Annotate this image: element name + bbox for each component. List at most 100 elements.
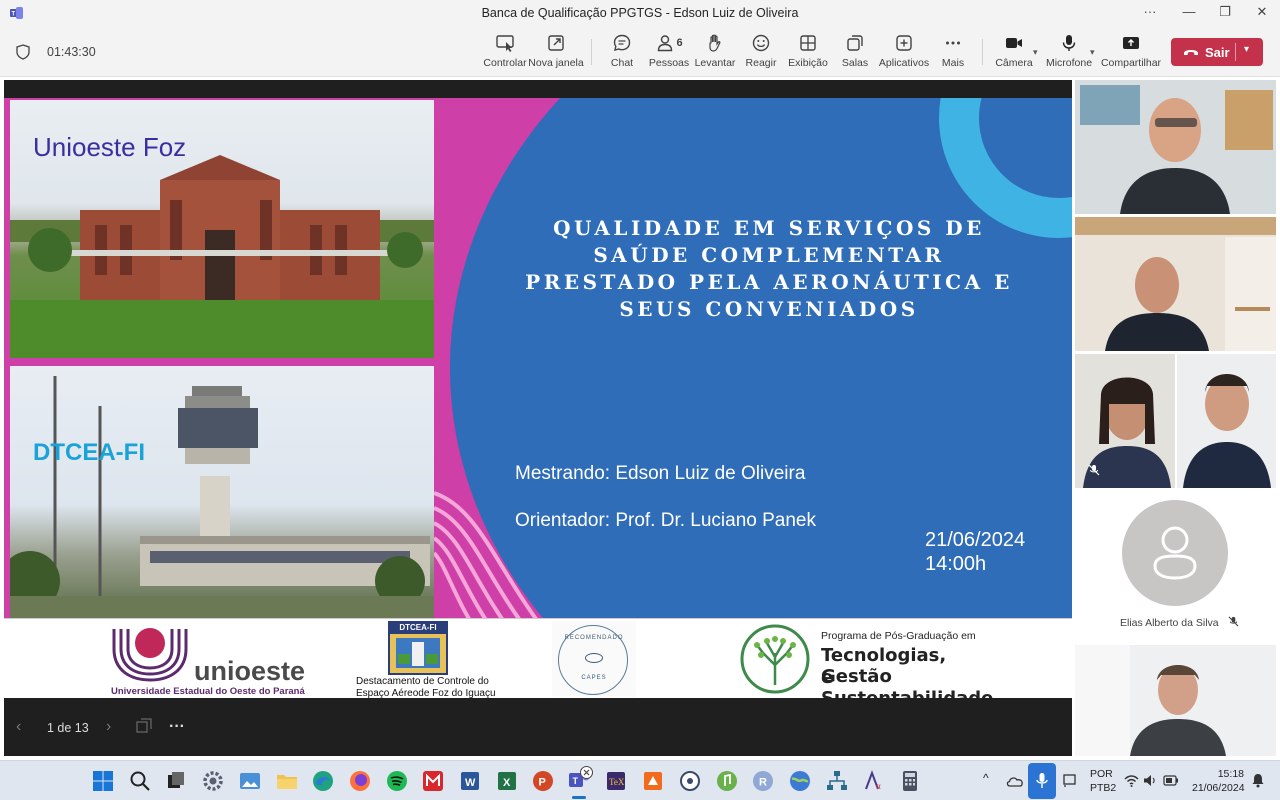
photos-app-icon[interactable]: [238, 769, 262, 793]
file-explorer-icon[interactable]: [275, 769, 299, 793]
dtcea-emblem-shield: [396, 638, 440, 668]
svg-text:P: P: [539, 777, 546, 789]
controlar-label: Controlar: [483, 57, 527, 69]
toolbar-divider: [982, 39, 983, 65]
music-note-app-icon[interactable]: [715, 769, 739, 793]
presenter-more-button[interactable]: ···: [169, 718, 185, 736]
salas-button[interactable]: Salas: [840, 33, 870, 73]
camera-label: Câmera: [995, 57, 1033, 69]
pessoas-button[interactable]: 6 Pessoas: [649, 33, 689, 73]
self-video-tile[interactable]: [1075, 645, 1276, 756]
mestrando-text: Mestrando: Edson Luiz de Oliveira: [515, 463, 806, 484]
slide-title-line: QUALIDADE EM SERVIÇOS DE: [553, 216, 985, 240]
edge-browser-icon[interactable]: [311, 769, 335, 793]
word-app-icon[interactable]: W: [458, 769, 482, 793]
next-slide-chevron-icon[interactable]: ›: [106, 718, 111, 736]
spotify-icon[interactable]: [385, 769, 409, 793]
dtcea-emblem: DTCEA-FI: [388, 621, 448, 675]
levantar-mao-button[interactable]: Levantar: [695, 33, 735, 73]
math-app-icon[interactable]: α: [862, 769, 886, 793]
leave-options-chevron[interactable]: ▾: [1244, 44, 1249, 55]
previous-slide-chevron-icon[interactable]: ‹: [16, 718, 21, 736]
mais-button[interactable]: Mais: [939, 33, 967, 73]
participant-video-tile[interactable]: [1075, 80, 1276, 214]
controlar-button[interactable]: Controlar: [483, 33, 527, 73]
diagram-app-icon[interactable]: [825, 769, 849, 793]
nova-janela-button[interactable]: Nova janela: [528, 33, 584, 73]
chat-button[interactable]: Chat: [607, 33, 637, 73]
participant-avatar[interactable]: [1122, 500, 1228, 606]
meeting-toolbar: 01:43:30 Controlar Nova janela Chat 6 Pe…: [0, 27, 1280, 77]
people-icon: [658, 35, 673, 52]
toolbar-divider: [591, 39, 592, 65]
salas-label: Salas: [841, 57, 869, 69]
hang-up-icon: [1184, 50, 1198, 55]
exibicao-button[interactable]: Exibição: [788, 33, 828, 73]
self-video-feed: [1075, 645, 1276, 756]
participant-video-feed: [1075, 217, 1276, 351]
close-button[interactable]: ✕: [1247, 4, 1277, 20]
cast-display-icon[interactable]: [1062, 773, 1077, 788]
mais-label: Mais: [941, 57, 965, 69]
svg-text:W: W: [465, 777, 476, 789]
search-icon[interactable]: [128, 769, 152, 793]
excel-app-icon[interactable]: X: [495, 769, 519, 793]
participant-video-tile[interactable]: [1075, 354, 1175, 488]
aplicativos-label: Aplicativos: [878, 57, 930, 69]
calculator-icon[interactable]: [898, 769, 922, 793]
participant-video-tile[interactable]: [1177, 354, 1276, 488]
compartilhar-button[interactable]: Compartilhar: [1101, 33, 1161, 73]
participant-video-tile[interactable]: [1075, 217, 1276, 351]
aplicativos-button[interactable]: Aplicativos: [878, 33, 930, 73]
globe-app-icon[interactable]: [788, 769, 812, 793]
network-app-icon[interactable]: [678, 769, 702, 793]
unioeste-campus-photo: Unioeste Foz: [10, 100, 434, 358]
show-hidden-icons-chevron[interactable]: ^: [983, 771, 989, 785]
sair-label: Sair: [1205, 44, 1230, 60]
texmaker-app-icon[interactable]: TeX: [604, 769, 628, 793]
camera-options-chevron[interactable]: ▾: [1033, 47, 1038, 58]
microphone-options-chevron[interactable]: ▾: [1090, 47, 1095, 58]
participant-name: Elias Alberto da Silva: [1120, 616, 1239, 629]
notifications-bell-icon[interactable]: [1251, 773, 1265, 788]
pdf-reader-icon[interactable]: [641, 769, 665, 793]
dtcea-caption-line1: Destacamento de Controle do: [356, 676, 489, 687]
battery-icon[interactable]: [1163, 775, 1179, 786]
microfone-label: Microfone: [1045, 57, 1093, 69]
windows-start-icon[interactable]: [91, 769, 115, 793]
system-clock[interactable]: 15:18 21/06/2024: [1192, 768, 1245, 794]
person-placeholder-icon: [1153, 526, 1197, 580]
slide-thumbnails-icon[interactable]: [136, 718, 152, 734]
maximize-button[interactable]: ❐: [1210, 4, 1240, 20]
r-language-icon[interactable]: R: [751, 769, 775, 793]
unioeste-foz-label: Unioeste Foz: [33, 132, 187, 162]
clock-time: 15:18: [1217, 768, 1244, 780]
microphone-in-use-indicator[interactable]: [1028, 763, 1056, 799]
microfone-button[interactable]: Microfone: [1045, 33, 1093, 73]
powerpoint-app-icon[interactable]: P: [531, 769, 555, 793]
minimize-button[interactable]: —: [1174, 4, 1204, 19]
camera-button[interactable]: Câmera: [995, 33, 1033, 73]
wifi-icon[interactable]: [1124, 774, 1139, 787]
close-badge-icon[interactable]: [580, 766, 593, 779]
dtcea-fi-label: DTCEA-FI: [33, 439, 145, 466]
firefox-browser-icon[interactable]: [348, 769, 372, 793]
settings-gear-icon[interactable]: [201, 769, 225, 793]
onedrive-cloud-icon[interactable]: [1006, 774, 1024, 787]
windows-taskbar: W X P T TeX R α ^ POR PTB2 15:18 21/06/2…: [0, 760, 1280, 800]
volume-icon[interactable]: [1143, 774, 1157, 787]
slide-page-indicator: 1 de 13: [47, 721, 89, 735]
window-more-button[interactable]: ···: [1135, 4, 1165, 19]
unioeste-logo-text: unioeste: [194, 656, 306, 686]
control-tower-illustration: [10, 376, 434, 618]
mega-app-icon[interactable]: [421, 769, 445, 793]
input-language[interactable]: POR PTB2: [1090, 768, 1116, 794]
task-view-icon[interactable]: [164, 769, 188, 793]
exibicao-label: Exibição: [788, 57, 828, 69]
nova-janela-label: Nova janela: [528, 57, 584, 69]
presentation-date: 21/06/2024: [925, 529, 1026, 551]
reagir-button[interactable]: Reagir: [746, 33, 776, 73]
leave-meeting-button[interactable]: Sair ▾: [1171, 38, 1263, 66]
orientador-text: Orientador: Prof. Dr. Luciano Panek: [515, 510, 816, 531]
participant-video-feed: [1177, 354, 1276, 488]
